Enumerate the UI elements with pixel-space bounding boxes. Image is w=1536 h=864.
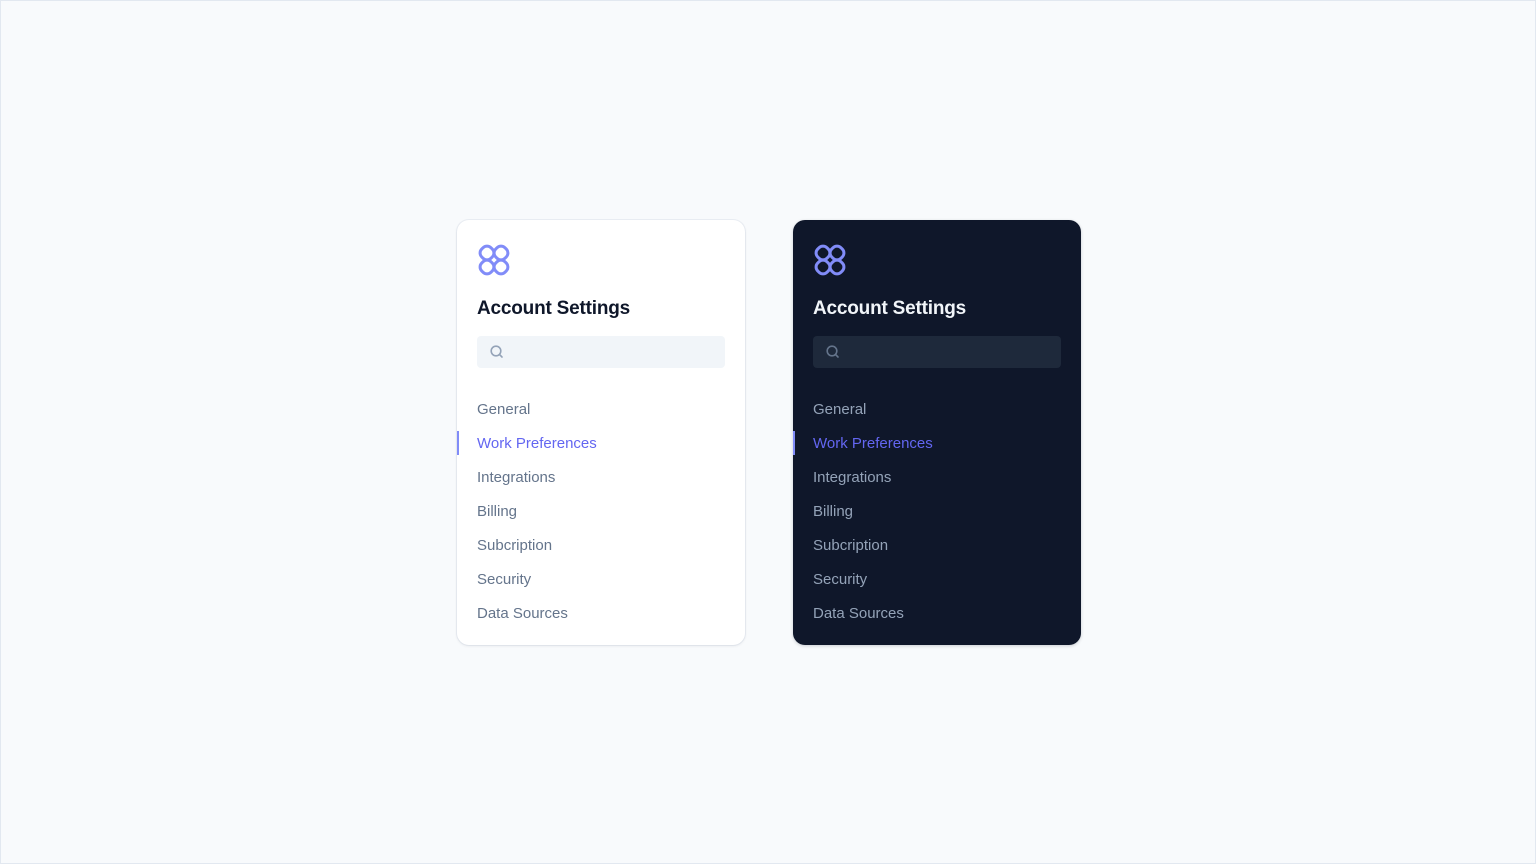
nav-item-security[interactable]: Security — [813, 562, 1061, 596]
page-title: Account Settings — [813, 298, 967, 319]
search-input[interactable] — [505, 336, 725, 368]
nav-item-billing[interactable]: Billing — [813, 494, 1061, 528]
nav-item-integrations[interactable]: Integrations — [477, 460, 725, 494]
nav-item-work-preferences[interactable]: Work Preferences — [793, 426, 1061, 460]
settings-sidebar-dark: Account Settings General Work Preference… — [793, 220, 1081, 645]
nav-item-general[interactable]: General — [813, 392, 1061, 426]
search-input[interactable] — [841, 336, 1061, 368]
nav-item-work-preferences[interactable]: Work Preferences — [457, 426, 725, 460]
nav-item-general[interactable]: General — [477, 392, 725, 426]
nav-item-integrations[interactable]: Integrations — [813, 460, 1061, 494]
nav-item-data-sources[interactable]: Data Sources — [477, 596, 725, 630]
search-icon — [490, 345, 503, 358]
nav-item-security[interactable]: Security — [477, 562, 725, 596]
flower-logo-icon — [814, 244, 846, 276]
search-box[interactable] — [477, 336, 725, 368]
search-icon — [826, 345, 839, 358]
page-title: Account Settings — [477, 298, 631, 319]
nav-item-billing[interactable]: Billing — [477, 494, 725, 528]
nav-item-data-sources[interactable]: Data Sources — [813, 596, 1061, 630]
settings-sidebar-light: Account Settings General Work Preference… — [457, 220, 745, 645]
settings-nav: General Work Preferences Integrations Bi… — [457, 392, 725, 630]
nav-item-subscription[interactable]: Subcription — [813, 528, 1061, 562]
flower-logo-icon — [478, 244, 510, 276]
nav-item-subscription[interactable]: Subcription — [477, 528, 725, 562]
settings-nav: General Work Preferences Integrations Bi… — [793, 392, 1061, 630]
search-box[interactable] — [813, 336, 1061, 368]
